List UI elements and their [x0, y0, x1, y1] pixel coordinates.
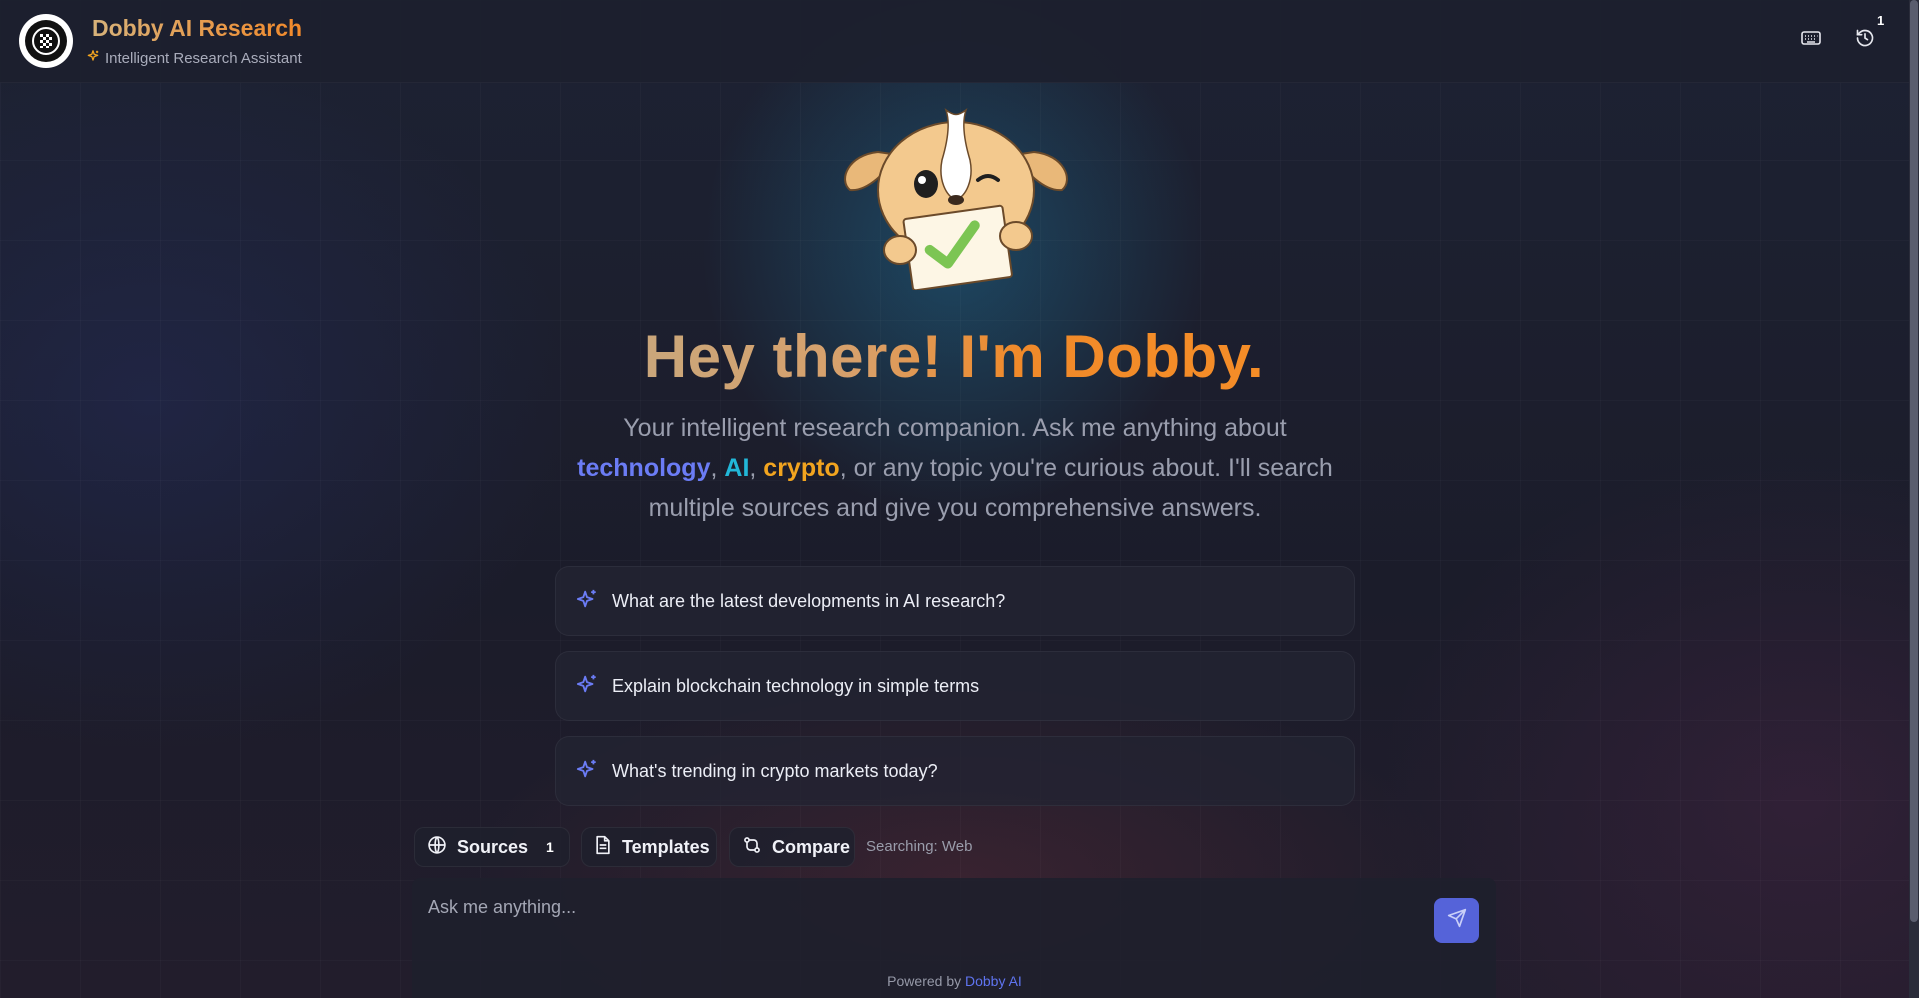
footer-prefix: Powered by	[887, 973, 965, 989]
compare-button[interactable]: Compare	[729, 827, 855, 867]
keyword-ai: AI	[724, 454, 750, 482]
search-status: Searching: Web	[866, 838, 973, 855]
app-subtitle-text: Intelligent Research Assistant	[105, 49, 302, 67]
logo-icon[interactable]	[19, 14, 73, 68]
hero-description: Your intelligent research companion. Ask…	[577, 414, 1333, 522]
suggestion-card[interactable]: What's trending in crypto markets today?	[555, 736, 1355, 806]
send-button[interactable]	[1434, 898, 1479, 943]
history-button[interactable]	[1850, 25, 1880, 55]
sources-button[interactable]: Sources 1	[414, 827, 570, 867]
scrollbar-thumb[interactable]	[1910, 0, 1918, 922]
keyboard-icon	[1801, 30, 1821, 51]
suggestion-text: What's trending in crypto markets today?	[612, 760, 938, 781]
send-icon	[1447, 908, 1467, 933]
sparkle-icon	[576, 588, 598, 615]
sources-label: Sources	[457, 836, 529, 857]
history-count-badge: 1	[1877, 13, 1885, 28]
suggestion-card[interactable]: What are the latest developments in AI r…	[555, 566, 1355, 636]
app-header: Dobby AI Research Intelligent Research A…	[0, 0, 1909, 83]
history-icon	[1855, 28, 1875, 53]
compare-icon	[742, 835, 762, 860]
footer-brand-link[interactable]: Dobby AI	[965, 973, 1022, 989]
compare-label: Compare	[772, 836, 851, 857]
suggestion-card[interactable]: Explain blockchain technology in simple …	[555, 651, 1355, 721]
keyword-technology: technology	[577, 454, 711, 482]
document-icon	[594, 835, 612, 860]
scrollbar[interactable]	[1909, 0, 1919, 998]
sources-count-badge: 1	[546, 839, 554, 855]
sparkle-icon	[86, 49, 100, 67]
keyboard-shortcuts-button[interactable]	[1796, 25, 1826, 55]
app-title: Dobby AI Research	[92, 15, 303, 41]
app-subtitle: Intelligent Research Assistant	[86, 49, 302, 67]
keyword-crypto: crypto	[763, 454, 840, 482]
globe-icon	[427, 835, 447, 860]
sparkle-icon	[576, 673, 598, 700]
ask-input[interactable]	[428, 892, 1408, 922]
footer: Powered by Dobby AI	[0, 973, 1909, 989]
suggestion-text: What are the latest developments in AI r…	[612, 590, 1006, 611]
sparkle-icon	[576, 758, 598, 785]
hero-title: Hey there! I'm Dobby.	[634, 322, 1274, 391]
dobby-mascot-image	[838, 100, 1074, 292]
suggestion-text: Explain blockchain technology in simple …	[612, 675, 980, 696]
templates-label: Templates	[622, 836, 710, 857]
templates-button[interactable]: Templates	[581, 827, 717, 867]
